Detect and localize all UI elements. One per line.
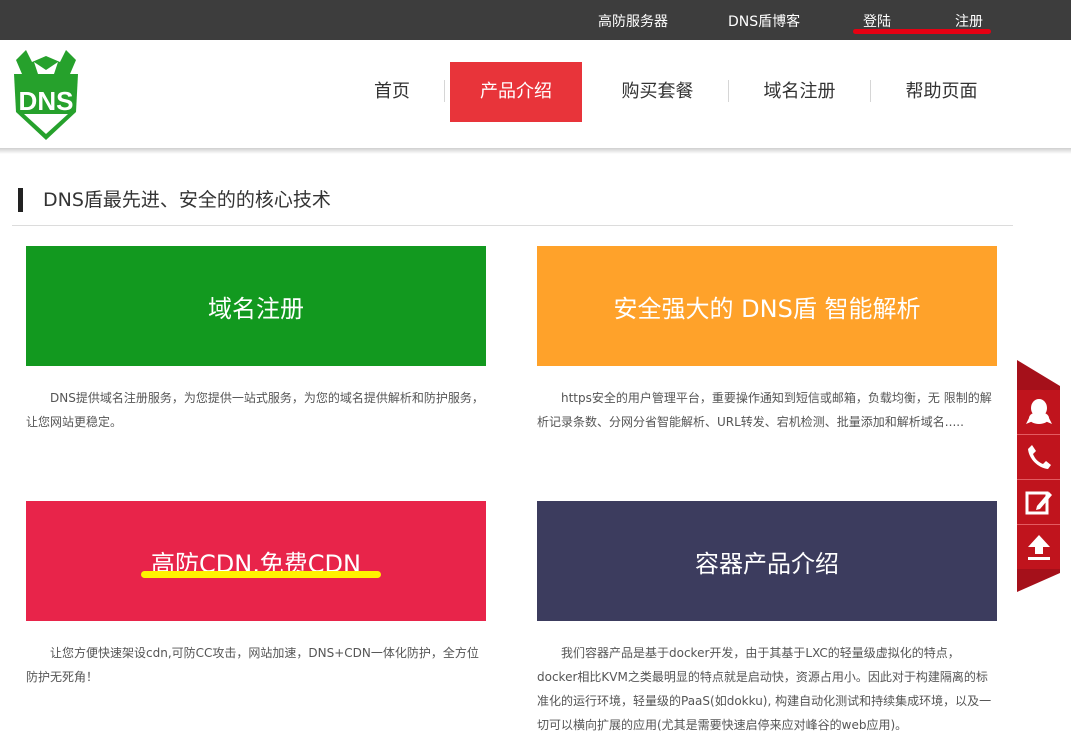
card-title: 安全强大的 DNS盾 智能解析 [613, 294, 921, 323]
card-description: DNS提供域名注册服务，为您提供一站式服务，为您的域名提供解析和防护服务，让您网… [26, 391, 484, 429]
qq-button[interactable] [1017, 390, 1060, 434]
back-to-top-icon [1027, 535, 1050, 560]
nav-products[interactable]: 产品介绍 [450, 62, 582, 122]
card-container[interactable]: 容器产品介绍 [537, 501, 997, 621]
register-link[interactable]: 注册 [955, 11, 983, 31]
yellow-underline-annotation [141, 571, 381, 578]
logo-text: DNS [19, 86, 74, 116]
card-title: 域名注册 [208, 294, 304, 323]
card-title: 容器产品介绍 [695, 549, 839, 578]
card-smart-dns[interactable]: 安全强大的 DNS盾 智能解析 [537, 246, 997, 366]
login-link[interactable]: 登陆 [863, 11, 891, 31]
header-shadow [0, 148, 1071, 154]
section-divider [12, 225, 1013, 226]
nav-separator [870, 80, 871, 102]
side-toolbar-bottom-cap [1017, 569, 1060, 592]
card-description: 我们容器产品是基于docker开发，由于其基于LXC的轻量级虚拟化的特点，doc… [537, 646, 992, 732]
card-cdn[interactable]: 高防CDN,免费CDN [26, 501, 486, 621]
qq-icon [1025, 399, 1052, 424]
nav-domain-register[interactable]: 域名注册 [742, 62, 857, 122]
link-ddos-server[interactable]: 高防服务器 [598, 11, 668, 31]
side-toolbar [1017, 360, 1060, 592]
edit-icon [1025, 491, 1052, 515]
card-description: https安全的用户管理平台，重要操作通知到短信或邮箱，负载均衡，无 限制的解析… [537, 391, 992, 429]
card-domain-register[interactable]: 域名注册 [26, 246, 486, 366]
top-bar: 高防服务器 DNS盾博客 登陆 注册 [0, 0, 1071, 40]
card-description: 让您方便快速架设cdn,可防CC攻击，网站加速，DNS+CDN一体化防护，全方位… [26, 646, 479, 684]
message-button[interactable] [1017, 480, 1060, 524]
nav-separator [444, 80, 445, 102]
dns-logo[interactable]: DNS [10, 48, 82, 142]
side-toolbar-top-cap [1017, 360, 1060, 390]
nav-home[interactable]: 首页 [352, 62, 432, 122]
nav-separator [728, 80, 729, 102]
section-title: DNS盾最先进、安全的的核心技术 [18, 188, 331, 212]
link-dns-blog[interactable]: DNS盾博客 [728, 11, 800, 31]
nav-help[interactable]: 帮助页面 [884, 62, 999, 122]
phone-icon [1027, 445, 1051, 469]
back-to-top-button[interactable] [1017, 525, 1060, 569]
phone-button[interactable] [1017, 435, 1060, 479]
nav-pricing[interactable]: 购买套餐 [600, 62, 715, 122]
red-underline-annotation [853, 29, 991, 34]
